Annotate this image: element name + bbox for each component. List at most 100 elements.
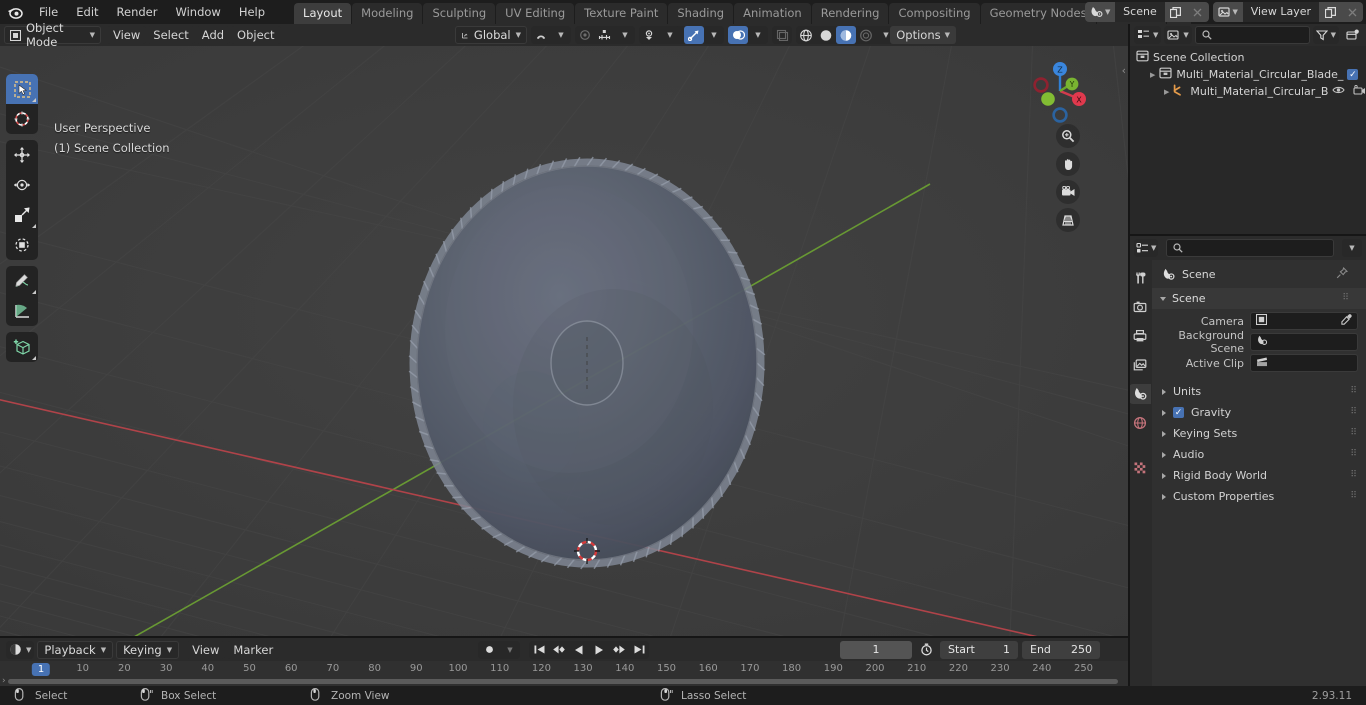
workspace-tab-modeling[interactable]: Modeling (352, 3, 423, 24)
playback-menu[interactable]: Playback ▼ (37, 640, 114, 659)
proportional-edit-icon[interactable] (575, 26, 595, 44)
current-frame-field[interactable]: 1 (840, 640, 912, 659)
jump-to-end-button[interactable] (629, 641, 649, 659)
timeline-body[interactable]: 10 20 30 40 50 60 70 80 90 100 110 120 130 140 150 160 1… (0, 661, 1128, 686)
rendered-shading-icon[interactable] (856, 26, 876, 44)
subpanel-units[interactable]: Units ⠿ (1152, 381, 1366, 402)
outliner-editor-type[interactable]: ▼ (1134, 26, 1162, 44)
viewport-menu-add[interactable]: Add (195, 26, 231, 44)
play-reverse-button[interactable] (569, 641, 589, 659)
rotate-tool[interactable] (6, 170, 38, 200)
use-preview-range-icon[interactable] (916, 641, 936, 659)
workspace-tab-layout[interactable]: Layout (294, 3, 352, 24)
transform-tool[interactable] (6, 230, 38, 260)
workspace-tab-uv-editing[interactable]: UV Editing (496, 3, 575, 24)
outliner-row[interactable]: ▶ Multi_Material_Circular_B (1130, 83, 1366, 100)
sidebar-collapse-icon[interactable]: ‹ (1122, 64, 1126, 77)
camera-view-icon[interactable] (1056, 180, 1080, 204)
subpanel-audio[interactable]: Audio ⠿ (1152, 444, 1366, 465)
drag-handle-icon[interactable]: ⠿ (1350, 450, 1358, 459)
snap-dropdown-icon[interactable]: ▼ (551, 26, 571, 44)
subpanel-gravity[interactable]: ✓ Gravity ⠿ (1152, 402, 1366, 423)
annotate-tool[interactable] (6, 266, 38, 296)
subpanel-custom-properties[interactable]: Custom Properties ⠿ (1152, 486, 1366, 507)
outliner-search-input[interactable] (1194, 26, 1310, 44)
pan-hand-icon[interactable] (1056, 152, 1080, 176)
drag-handle-icon[interactable]: ⠿ (1350, 471, 1358, 480)
camera-icon[interactable] (1353, 84, 1366, 99)
scene-selector[interactable]: ▼ Scene (1085, 2, 1209, 22)
overlays-dropdown-icon[interactable]: ▼ (748, 26, 768, 44)
subpanel-rigid-body-world[interactable]: Rigid Body World ⠿ (1152, 465, 1366, 486)
next-keyframe-button[interactable] (609, 641, 629, 659)
outliner-checkbox[interactable]: ✓ (1347, 69, 1359, 80)
viewport-menu-view[interactable]: View (107, 26, 147, 44)
pin-icon[interactable] (1336, 266, 1349, 282)
drag-handle-icon[interactable]: ⠿ (1350, 387, 1358, 396)
subpanel-keying-sets[interactable]: Keying Sets ⠿ (1152, 423, 1366, 444)
scene-panel-header[interactable]: Scene ⠿ (1152, 288, 1366, 309)
auto-keyframe-button[interactable] (478, 641, 500, 659)
delete-scene-button[interactable] (1186, 2, 1209, 22)
zoom-icon[interactable] (1056, 124, 1080, 148)
editor-type-selector[interactable]: ▼ (6, 640, 35, 659)
expand-arrow-icon[interactable]: ▶ (1164, 88, 1169, 96)
add-cube-tool[interactable] (6, 332, 38, 362)
menu-edit[interactable]: Edit (67, 3, 107, 21)
object-visibility-icon[interactable] (640, 26, 660, 44)
options-button[interactable]: Options ▼ (890, 26, 956, 44)
visibility-dropdown-icon[interactable]: ▼ (660, 26, 680, 44)
drag-handle-icon[interactable]: ⠿ (1350, 429, 1358, 438)
gizmo-dropdown-icon[interactable]: ▼ (704, 26, 724, 44)
navigation-gizmo[interactable]: Z X Y (1027, 58, 1093, 124)
workspace-tab-texture-paint[interactable]: Texture Paint (575, 3, 668, 24)
play-button[interactable] (589, 641, 609, 659)
right-panel-divider[interactable] (1130, 234, 1366, 236)
eyedropper-icon[interactable] (1341, 314, 1352, 328)
drag-handle-icon[interactable]: ⠿ (1350, 408, 1358, 417)
drag-handle-icon[interactable]: ⠿ (1350, 492, 1358, 501)
property-input-background-scene[interactable] (1250, 333, 1358, 351)
properties-editor-type[interactable]: ▼ (1134, 239, 1159, 257)
workspace-tab-geometry-nodes[interactable]: Geometry Nodes (980, 3, 1096, 24)
outliner-row[interactable]: ▶ Multi_Material_Circular_Blade_ ✓ (1130, 66, 1366, 83)
new-scene-button[interactable] (1164, 2, 1187, 22)
menu-window[interactable]: Window (166, 3, 229, 21)
solid-shading-icon[interactable] (816, 26, 836, 44)
timeline-expand-icon[interactable]: › (2, 676, 6, 686)
render-tab[interactable] (1129, 297, 1151, 317)
tool-tab[interactable] (1129, 268, 1151, 288)
menu-render[interactable]: Render (108, 3, 167, 21)
subpanel-checkbox[interactable]: ✓ (1173, 407, 1184, 418)
previous-keyframe-button[interactable] (549, 641, 569, 659)
mode-selector[interactable]: Object Mode ▼ (4, 21, 101, 49)
timeline-scrollbar[interactable] (8, 679, 1118, 684)
workspace-tab-rendering[interactable]: Rendering (811, 3, 889, 24)
properties-search-input[interactable] (1166, 239, 1334, 257)
property-input-camera[interactable] (1250, 312, 1358, 330)
move-tool[interactable] (6, 140, 38, 170)
start-frame-field[interactable]: Start 1 (940, 640, 1018, 659)
outliner-filter[interactable]: ▼ (1312, 26, 1339, 44)
output-tab[interactable] (1129, 326, 1151, 346)
view-layer-selector[interactable]: ▼ View Layer (1212, 2, 1363, 22)
drag-handle-icon[interactable]: ⠿ (1342, 294, 1350, 303)
viewport-menu-select[interactable]: Select (147, 26, 195, 44)
timeline-menu-view[interactable]: View (186, 640, 226, 659)
ortho-persp-icon[interactable] (1056, 208, 1080, 232)
timeline-ruler[interactable]: 10 20 30 40 50 60 70 80 90 100 110 120 130 140 150 160 1… (0, 661, 1128, 679)
menu-file[interactable]: File (30, 3, 67, 21)
property-input-active-clip[interactable] (1250, 354, 1358, 372)
keying-menu[interactable]: Keying ▼ (116, 640, 180, 659)
jump-to-start-button[interactable] (529, 641, 549, 659)
snap-targets-icon[interactable] (595, 26, 615, 44)
wireframe-shading-icon[interactable] (796, 26, 816, 44)
outliner-new-collection-button[interactable] (1342, 26, 1362, 44)
scale-tool[interactable] (6, 200, 38, 230)
expand-arrow-icon[interactable]: ▶ (1150, 71, 1155, 79)
outliner-row[interactable]: Scene Collection (1130, 49, 1366, 66)
tweak-select-tool[interactable] (6, 74, 38, 104)
world-tab[interactable] (1129, 413, 1151, 433)
vertical-divider[interactable] (1128, 24, 1130, 686)
show-gizmo-icon[interactable] (684, 26, 704, 44)
